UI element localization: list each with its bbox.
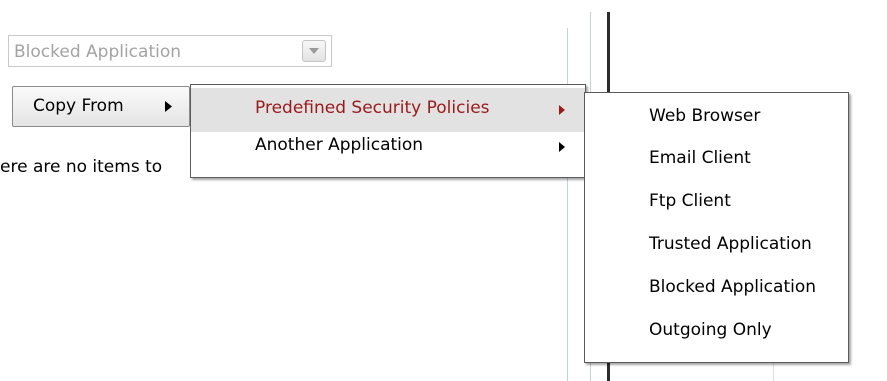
- dropdown-button[interactable]: [302, 40, 326, 62]
- application-select-value: Blocked Application: [14, 42, 182, 62]
- menu-item-label: Another Application: [255, 135, 424, 155]
- menu-item-predefined-security-policies[interactable]: Predefined Security Policies: [191, 88, 585, 132]
- menu-item-web-browser[interactable]: Web Browser: [585, 95, 848, 139]
- submenu-arrow-icon: [165, 101, 172, 112]
- menu-item-label: Blocked Application: [649, 277, 817, 297]
- menu-item-label: Email Client: [649, 148, 751, 168]
- menu-item-label: Trusted Application: [649, 234, 812, 254]
- menu-item-label: Web Browser: [649, 106, 761, 126]
- menu-item-label: Predefined Security Policies: [255, 98, 490, 118]
- application-select[interactable]: Blocked Application: [8, 35, 332, 67]
- menu-item-label: Outgoing Only: [649, 320, 772, 340]
- copy-from-menu: Predefined Security Policies Another App…: [190, 84, 586, 178]
- chevron-down-icon: [309, 48, 319, 54]
- copy-from-button[interactable]: Copy From: [12, 86, 190, 127]
- copy-from-label: Copy From: [33, 96, 124, 116]
- predefined-policies-menu: Web Browser Email Client Ftp Client Trus…: [584, 92, 849, 363]
- submenu-arrow-icon: [559, 142, 565, 152]
- menu-item-outgoing-only[interactable]: Outgoing Only: [585, 309, 848, 353]
- menu-item-email-client[interactable]: Email Client: [585, 137, 848, 181]
- menu-item-ftp-client[interactable]: Ftp Client: [585, 180, 848, 224]
- submenu-arrow-icon: [559, 105, 565, 115]
- menu-item-blocked-application[interactable]: Blocked Application: [585, 266, 848, 310]
- menu-item-trusted-application[interactable]: Trusted Application: [585, 223, 848, 267]
- empty-list-message: ere are no items to: [0, 157, 163, 177]
- menu-item-label: Ftp Client: [649, 191, 731, 211]
- policy-editor: Blocked Application Copy From ere are no…: [0, 0, 887, 381]
- menu-item-another-application[interactable]: Another Application: [191, 135, 585, 179]
- column-divider: [567, 28, 568, 381]
